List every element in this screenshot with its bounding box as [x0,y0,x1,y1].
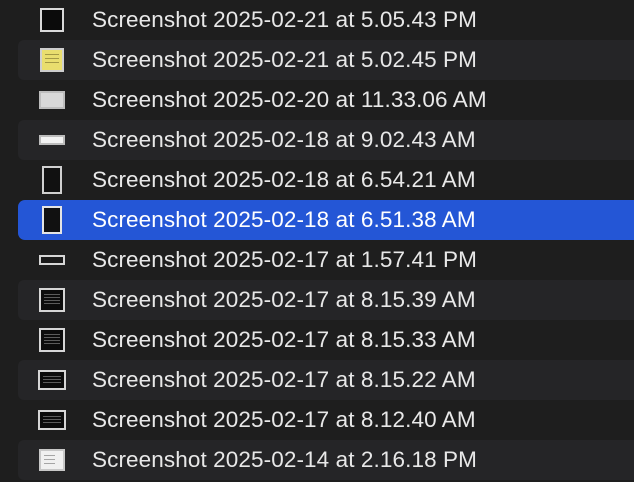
terminal-screenshot-icon [39,328,65,352]
file-name: Screenshot 2025-02-17 at 8.12.40 AM [92,407,476,432]
file-row[interactable]: Screenshot 2025-02-17 at 1.57.41 PM [18,240,634,280]
thin-strip-screenshot-icon [39,135,65,145]
dark-square-screenshot-icon [40,8,64,32]
thin-strip-screenshot-icon [39,255,65,265]
file-name: Screenshot 2025-02-17 at 1.57.41 PM [92,247,477,272]
light-document-screenshot-icon [39,449,65,471]
file-row[interactable]: Screenshot 2025-02-21 at 5.02.45 PM [18,40,634,80]
file-row[interactable]: Screenshot 2025-02-17 at 8.12.40 AM [18,400,634,440]
file-row[interactable]: Screenshot 2025-02-17 at 8.15.39 AM [18,280,634,320]
file-name: Screenshot 2025-02-21 at 5.05.43 PM [92,7,477,32]
file-row[interactable]: Screenshot 2025-02-21 at 5.05.43 PM [18,0,634,40]
file-row-selected[interactable]: Screenshot 2025-02-18 at 6.51.38 AM [18,200,634,240]
yellow-document-screenshot-icon [40,48,64,72]
file-name: Screenshot 2025-02-21 at 5.02.45 PM [92,47,477,72]
file-name: Screenshot 2025-02-18 at 6.51.38 AM [92,207,476,232]
file-row[interactable]: Screenshot 2025-02-18 at 6.54.21 AM [18,160,634,200]
file-name: Screenshot 2025-02-20 at 11.33.06 AM [92,87,487,112]
file-name: Screenshot 2025-02-17 at 8.15.33 AM [92,327,476,352]
file-name: Screenshot 2025-02-17 at 8.15.39 AM [92,287,476,312]
terminal-wide-screenshot-icon [38,410,66,430]
file-row[interactable]: Screenshot 2025-02-20 at 11.33.06 AM [18,80,634,120]
file-name: Screenshot 2025-02-18 at 6.54.21 AM [92,167,476,192]
file-name: Screenshot 2025-02-18 at 9.02.43 AM [92,127,476,152]
terminal-wide-screenshot-icon [38,370,66,390]
file-row[interactable]: Screenshot 2025-02-17 at 8.15.33 AM [18,320,634,360]
terminal-screenshot-icon [39,288,65,312]
file-list: Screenshot 2025-02-21 at 5.05.43 PM Scre… [0,0,634,482]
tall-dark-screenshot-icon [42,206,62,234]
file-row[interactable]: Screenshot 2025-02-17 at 8.15.22 AM [18,360,634,400]
tall-dark-screenshot-icon [42,166,62,194]
file-row[interactable]: Screenshot 2025-02-18 at 9.02.43 AM [18,120,634,160]
file-row[interactable]: Screenshot 2025-02-14 at 2.16.18 PM [18,440,634,480]
file-name: Screenshot 2025-02-17 at 8.15.22 AM [92,367,476,392]
wide-light-screenshot-icon [39,91,65,109]
file-name: Screenshot 2025-02-14 at 2.16.18 PM [92,447,477,472]
